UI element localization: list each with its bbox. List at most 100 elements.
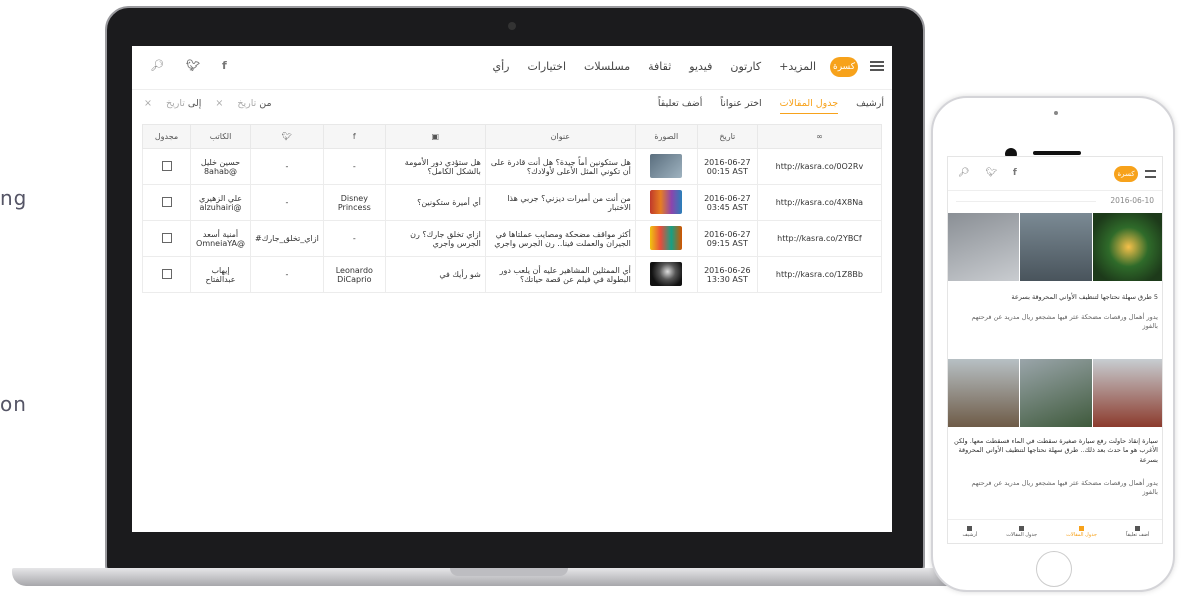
date-divider (956, 201, 1096, 202)
tweet-cell: شو رأيك في (384, 256, 486, 293)
laptop-screen: 🔎︎ 🐦︎ f رأي اختيارات مسلسلات ثقافة فيديو… (132, 46, 892, 532)
scheduled-checkbox[interactable] (161, 160, 172, 171)
phone-frame: 🔎︎ 🐦︎ f كسرة 2016-06-10 5 طرق سهلة نحتاج… (931, 96, 1175, 592)
nav-link[interactable]: اختيارات (527, 60, 566, 73)
facebook-cell: Disney Princess (322, 184, 386, 221)
col-author[interactable]: الكاتب (190, 124, 251, 149)
feed-date: 2016-06-10 (1110, 196, 1154, 205)
facebook-cell: Leonardo DiCaprio (322, 256, 386, 293)
tab-add-comment[interactable]: أضف تعليقاً (658, 98, 703, 114)
phone-tab-articles-table[interactable]: جدول المقالات (1006, 520, 1037, 543)
scheduled-checkbox[interactable] (161, 196, 172, 207)
site-logo[interactable]: كسرة (1114, 166, 1138, 182)
nav-link-more[interactable]: المزيد+ (779, 60, 816, 73)
facebook-icon[interactable]: f (222, 59, 227, 72)
article-title[interactable]: سيارة إنقاذ حاولت رفع سيارة صغيرة سقطت ف… (954, 437, 1158, 465)
phone-tab-bar: أضف تعليقاً جدول المقالات جدول المقالات … (948, 519, 1162, 543)
article-comment: يدور أهمال ورقصات مضحكة عثر فيها مشجعو ر… (971, 479, 1158, 497)
filter-to-input[interactable]: تاريخ (166, 98, 185, 109)
author-handle: alzuhairi@ (199, 202, 242, 212)
twitter-icon[interactable]: 🐦︎ (250, 124, 324, 149)
article-title[interactable]: 5 طرق سهلة نحتاجها لتنظيف الأواني المحرو… (954, 293, 1158, 302)
twitter-icon[interactable]: 🐦︎ (985, 168, 996, 178)
facebook-icon[interactable]: f (1013, 168, 1017, 178)
editor-toolbar: أضف تعليقاً اختر عنواناً جدول المقالات أ… (132, 90, 892, 120)
facebook-cell: - (322, 220, 386, 257)
date-cell: 2016-06-27 (704, 157, 751, 167)
menu-icon[interactable] (870, 61, 884, 71)
tab-choose-title[interactable]: اختر عنواناً (720, 98, 761, 114)
nav-link[interactable]: مسلسلات (584, 60, 630, 73)
date-cell: 2016-06-27 (704, 229, 751, 239)
col-title[interactable]: عنوان (484, 124, 636, 149)
search-icon[interactable]: 🔎︎ (150, 59, 164, 72)
twitter-cell: - (250, 256, 324, 293)
nav-link[interactable]: رأي (492, 60, 509, 73)
article-thumbnail (650, 261, 683, 286)
scheduled-checkbox[interactable] (161, 232, 172, 243)
title-cell: هل ستكونين أماً جيدة؟ هل أنت قادرة على أ… (484, 148, 636, 185)
filter-from-input[interactable]: تاريخ (237, 98, 256, 109)
url-cell[interactable]: http://kasra.co/2YBCf (756, 220, 883, 257)
table-row[interactable]: أمنية أسعد OmneiaYA@ #ازاي_تخلق_جارك - از… (142, 220, 883, 257)
link-icon[interactable]: ∞ (756, 124, 883, 149)
time-cell: 09:15 AST (706, 238, 748, 248)
twitter-icon[interactable]: 🐦︎ (186, 59, 200, 72)
col-facebook[interactable]: f (322, 124, 386, 149)
article-thumbnail (650, 153, 683, 178)
title-cell: أكثر مواقف مضحكة ومصايب عملتاها في الجير… (484, 220, 636, 257)
background-text-fragment: on (0, 392, 27, 416)
facebook-cell: - (322, 148, 386, 185)
filter-to-label: إلى (187, 98, 202, 109)
tweet-cell: ازاي تخلق جارك؟ رن الجرس واجري (384, 220, 486, 257)
phone-tab-add-comment[interactable]: أضف تعليقاً (1126, 520, 1149, 543)
calendar-icon (1079, 525, 1085, 531)
author-name: أمنية أسعد (202, 229, 239, 239)
search-icon[interactable]: 🔎︎ (958, 168, 969, 178)
phone-speaker (1033, 151, 1081, 155)
date-cell: 2016-06-26 (704, 265, 751, 275)
social-icons: 🔎︎ 🐦︎ f (150, 59, 227, 72)
phone-navbar: 🔎︎ 🐦︎ f كسرة (948, 157, 1162, 191)
date-filters: × إلى تاريخ × من تاريخ (144, 98, 272, 109)
phone-screen: 🔎︎ 🐦︎ f كسرة 2016-06-10 5 طرق سهلة نحتاج… (947, 156, 1163, 544)
scheduled-checkbox[interactable] (161, 268, 172, 279)
phone-tab-archive[interactable]: أرشيف (963, 520, 977, 543)
author-handle: 8ahab@ (203, 166, 238, 176)
menu-icon[interactable] (1145, 170, 1156, 178)
time-cell: 00:15 AST (706, 166, 748, 176)
clear-icon[interactable]: × (144, 98, 152, 109)
clear-icon[interactable]: × (215, 98, 223, 109)
site-logo[interactable]: كسرة (830, 57, 858, 77)
archive-icon (967, 525, 973, 531)
table-row[interactable]: علي الزهيري alzuhairi@ - Disney Princess … (142, 184, 883, 221)
author-handle: OmneiaYA@ (196, 238, 245, 248)
toolbar-tabs: أضف تعليقاً اختر عنواناً جدول المقالات أ… (658, 98, 884, 114)
tweet-cell: أي أميرة ستكونين؟ (384, 184, 486, 221)
filter-from-label: من (259, 98, 272, 109)
phone-tab-articles-schedule[interactable]: جدول المقالات (1066, 520, 1097, 543)
col-date[interactable]: تاريخ (696, 124, 758, 149)
background-text-fragment: ng (0, 186, 28, 210)
table-row[interactable]: حسين خليل 8ahab@ - - هل ستؤدي دور الأمومة… (142, 148, 883, 185)
article-thumbnail (650, 225, 683, 250)
col-scheduled[interactable]: مجدول (142, 124, 191, 149)
home-button[interactable] (1036, 551, 1072, 587)
article-image[interactable] (948, 213, 1162, 281)
table-row[interactable]: إيهاب عبدالفتاح - Leonardo DiCaprio شو رأ… (142, 256, 883, 293)
tab-articles-schedule[interactable]: جدول المقالات (779, 98, 839, 114)
phone-sensor (1054, 111, 1058, 115)
tab-archive[interactable]: أرشيف (856, 98, 884, 114)
article-image[interactable] (948, 359, 1162, 427)
url-cell[interactable]: http://kasra.co/4X8Na (756, 184, 883, 221)
nav-link[interactable]: ثقافة (648, 60, 671, 73)
url-cell[interactable]: http://kasra.co/1Z8Bb (756, 256, 883, 293)
nav-link[interactable]: كارتون (730, 60, 761, 73)
time-cell: 03:45 AST (706, 202, 748, 212)
col-image[interactable]: الصورة (634, 124, 698, 149)
nav-link[interactable]: فيديو (689, 60, 712, 73)
laptop-notch (450, 568, 568, 576)
comment-icon[interactable]: ▣ (384, 124, 486, 149)
date-cell: 2016-06-27 (704, 193, 751, 203)
url-cell[interactable]: http://kasra.co/0O2Rv (756, 148, 883, 185)
